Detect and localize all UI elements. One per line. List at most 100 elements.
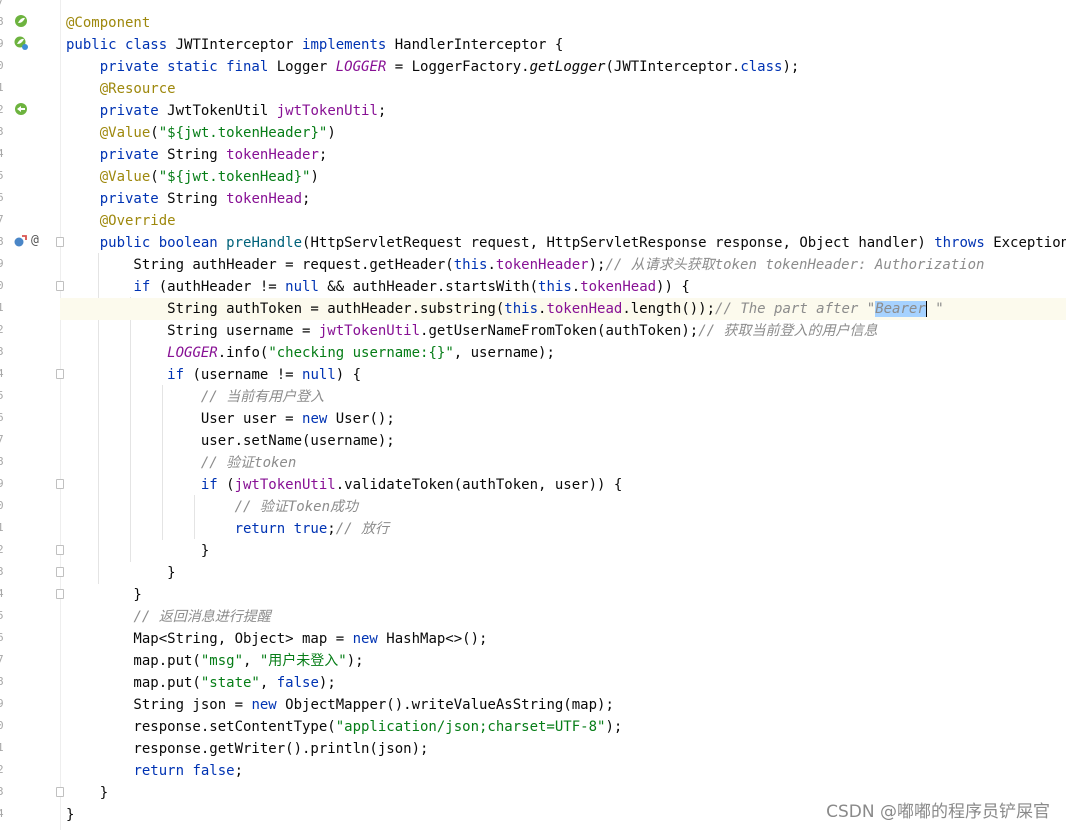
line-number: 3 — [0, 785, 4, 798]
current-code-line[interactable]: String authToken = authHeader.substring(… — [60, 298, 1066, 320]
line-number: 2 — [0, 323, 4, 336]
code-line[interactable]: @Resource — [66, 78, 1066, 100]
code-line[interactable]: @Component — [66, 12, 1066, 34]
gutter-row: 3 — [0, 122, 60, 144]
fold-marker[interactable] — [56, 545, 64, 555]
line-number: 9 — [0, 37, 4, 50]
line-number: 0 — [0, 59, 4, 72]
code-line[interactable]: private static final Logger LOGGER = Log… — [66, 56, 1066, 78]
line-number: 7 — [0, 433, 4, 446]
code-line[interactable]: Map<String, Object> map = new HashMap<>(… — [66, 628, 1066, 650]
code-line[interactable]: LOGGER.info("checking username:{}", user… — [66, 342, 1066, 364]
code-line[interactable]: private String tokenHead; — [66, 188, 1066, 210]
line-number: 2 — [0, 763, 4, 776]
code-line[interactable]: // 验证token — [66, 452, 1066, 474]
code-line[interactable]: map.put("msg", "用户未登入"); — [66, 650, 1066, 672]
fold-marker[interactable] — [56, 281, 64, 291]
code-line[interactable]: // 当前有用户登入 — [66, 386, 1066, 408]
line-number: 7 — [0, 653, 4, 666]
code-line[interactable]: response.setContentType("application/jso… — [66, 716, 1066, 738]
code-line[interactable]: @Override — [66, 210, 1066, 232]
fold-marker[interactable] — [56, 369, 64, 379]
line-number: 4 — [0, 147, 4, 160]
line-number: 6 — [0, 411, 4, 424]
gutter-row: 6 — [0, 188, 60, 210]
line-number: 3 — [0, 565, 4, 578]
fold-marker[interactable] — [56, 237, 64, 247]
code-line[interactable]: return false; — [66, 760, 1066, 782]
implements-method-icon[interactable] — [13, 234, 27, 248]
gutter-row: 2 — [0, 760, 60, 782]
line-number: 1 — [0, 741, 4, 754]
code-line[interactable]: // 验证Token成功 — [66, 496, 1066, 518]
gutter-row: 1 — [0, 738, 60, 760]
line-number: 0 — [0, 499, 4, 512]
fold-marker[interactable] — [56, 787, 64, 797]
gutter-row: 1 — [0, 518, 60, 540]
line-number: 8 — [0, 675, 4, 688]
code-line[interactable]: if (username != null) { — [66, 364, 1066, 386]
gutter-row: 8 @ — [0, 232, 64, 254]
gutter-row: 3 — [0, 562, 64, 584]
gutter-row: 7 — [0, 650, 60, 672]
csdn-watermark: CSDN @嘟嘟的程序员铲屎官 — [826, 802, 1050, 822]
line-number: 0 — [0, 719, 4, 732]
gutter-row: 1 — [0, 298, 60, 320]
annotation-at-icon[interactable]: @ — [31, 233, 39, 248]
line-number: 9 — [0, 257, 4, 270]
line-number: 1 — [0, 521, 4, 534]
gutter-row: 6 — [0, 408, 60, 430]
code-line[interactable]: map.put("state", false); — [66, 672, 1066, 694]
code-line[interactable]: private String tokenHeader; — [66, 144, 1066, 166]
code-line[interactable]: String username = jwtTokenUtil.getUserNa… — [66, 320, 1066, 342]
gutter-row: 7 — [0, 430, 60, 452]
gutter-row: 3 — [0, 342, 60, 364]
gutter-row: 9 — [0, 34, 60, 56]
code-line[interactable]: return true;// 放行 — [66, 518, 1066, 540]
code-line[interactable]: } — [66, 584, 1066, 606]
line-number: 8 — [0, 235, 4, 248]
code-line[interactable]: @Value("${jwt.tokenHead}") — [66, 166, 1066, 188]
spring-bean-icon[interactable] — [14, 14, 28, 28]
gutter-row: 9 — [0, 474, 64, 496]
line-number: 2 — [0, 543, 4, 556]
line-number: 3 — [0, 125, 4, 138]
code-line[interactable]: response.getWriter().println(json); — [66, 738, 1066, 760]
code-line[interactable]: } — [66, 562, 1066, 584]
gutter-row: 7 — [0, 210, 60, 232]
code-line[interactable]: String json = new ObjectMapper().writeVa… — [66, 694, 1066, 716]
fold-marker[interactable] — [56, 567, 64, 577]
line-number: 4 — [0, 587, 4, 600]
code-line[interactable]: if (jwtTokenUtil.validateToken(authToken… — [66, 474, 1066, 496]
code-line[interactable]: public class JWTInterceptor implements H… — [66, 34, 1066, 56]
code-line[interactable]: // 返回消息进行提醒 — [66, 606, 1066, 628]
code-line[interactable]: private JwtTokenUtil jwtTokenUtil; — [66, 100, 1066, 122]
gutter-row: 5 — [0, 166, 60, 188]
gutter-row: 4 — [0, 584, 64, 606]
code-line[interactable]: User user = new User(); — [66, 408, 1066, 430]
code-line[interactable]: String authHeader = request.getHeader(th… — [66, 254, 1066, 276]
gutter-row: 1 — [0, 78, 60, 100]
gutter-row: 5 — [0, 386, 60, 408]
gutter-row: 0 — [0, 716, 60, 738]
autowired-field-icon[interactable] — [14, 102, 28, 116]
line-number: 6 — [0, 631, 4, 644]
line-number: 1 — [0, 301, 4, 314]
code-line[interactable]: user.setName(username); — [66, 430, 1066, 452]
fold-marker[interactable] — [56, 479, 64, 489]
selected-text[interactable]: Bearer — [875, 301, 926, 317]
code-line[interactable]: } — [66, 540, 1066, 562]
line-number: 5 — [0, 389, 4, 402]
line-number: 4 — [0, 807, 4, 820]
gutter-row: 8 — [0, 672, 60, 694]
code-line[interactable]: @Value("${jwt.tokenHeader}") — [66, 122, 1066, 144]
spring-bean-injection-icon[interactable] — [14, 36, 28, 50]
gutter-row: 2 — [0, 100, 60, 122]
code-line[interactable]: if (authHeader != null && authHeader.sta… — [66, 276, 1066, 298]
gutter-row: 0 — [0, 496, 60, 518]
line-number: 0 — [0, 279, 4, 292]
gutter-row: 0 — [0, 56, 60, 78]
code-line[interactable]: public boolean preHandle(HttpServletRequ… — [66, 232, 1066, 254]
fold-marker[interactable] — [56, 589, 64, 599]
line-number: 5 — [0, 609, 4, 622]
